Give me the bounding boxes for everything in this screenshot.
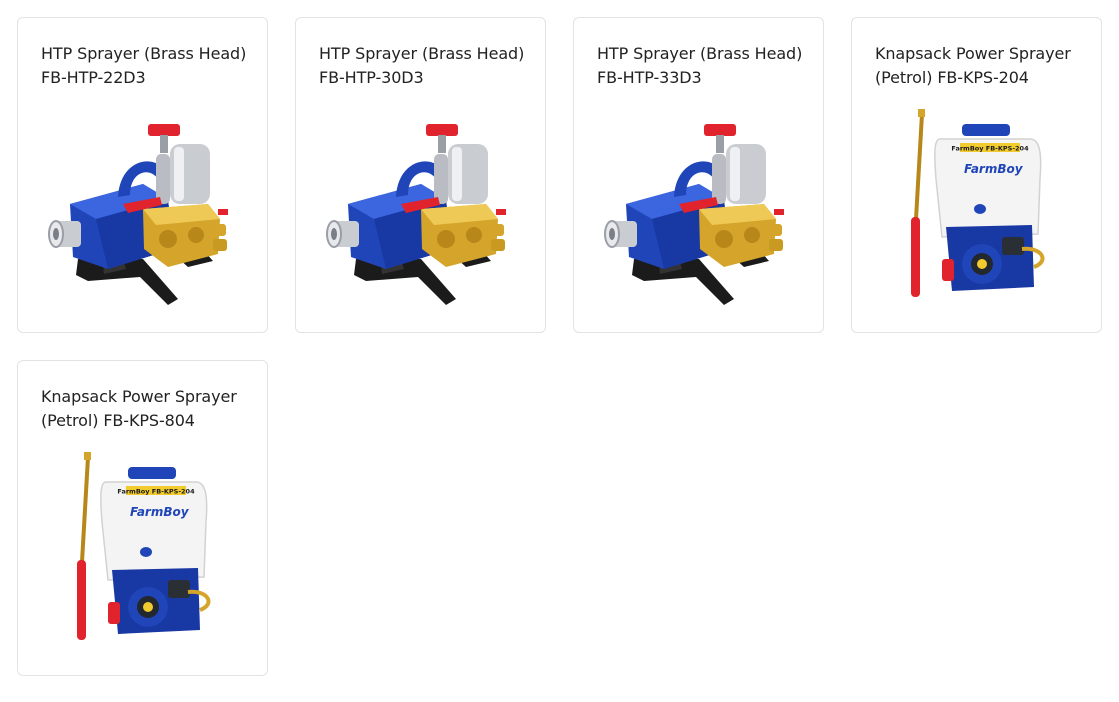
product-image[interactable]: FarmBoy FB-KPS-204 FarmBoy xyxy=(18,449,267,654)
product-title[interactable]: Knapsack Power Sprayer (Petrol) FB-KPS-8… xyxy=(41,385,253,433)
product-card[interactable]: HTP Sprayer (Brass Head) FB-HTP-30D3 xyxy=(295,17,546,333)
product-image[interactable] xyxy=(18,106,267,311)
htp-sprayer-image xyxy=(325,123,506,305)
htp-sprayer-image xyxy=(603,123,784,305)
product-title[interactable]: HTP Sprayer (Brass Head) FB-HTP-30D3 xyxy=(319,42,531,90)
product-card[interactable]: HTP Sprayer (Brass Head) FB-HTP-22D3 xyxy=(17,17,268,333)
tank-label-text: FarmBoy FB-KPS-204 xyxy=(951,144,1029,152)
product-grid: HTP Sprayer (Brass Head) FB-HTP-22D3 HTP… xyxy=(0,0,1119,702)
htp-sprayer-image xyxy=(47,123,228,305)
product-image[interactable] xyxy=(296,106,545,311)
product-title[interactable]: HTP Sprayer (Brass Head) FB-HTP-33D3 xyxy=(597,42,809,90)
brand-logo-text: FarmBoy xyxy=(130,505,190,519)
product-image[interactable] xyxy=(574,106,823,311)
knapsack-sprayer-image: FarmBoy FB-KPS-204 FarmBoy xyxy=(76,451,210,640)
product-image[interactable]: FarmBoy FB-KPS-204 FarmBoy xyxy=(852,106,1101,311)
product-title[interactable]: HTP Sprayer (Brass Head) FB-HTP-22D3 xyxy=(41,42,253,90)
product-card[interactable]: HTP Sprayer (Brass Head) FB-HTP-33D3 xyxy=(573,17,824,333)
tank-label-text: FarmBoy FB-KPS-204 xyxy=(117,487,195,495)
product-card[interactable]: Knapsack Power Sprayer (Petrol) FB-KPS-8… xyxy=(17,360,268,676)
brand-logo-text: FarmBoy xyxy=(964,162,1024,176)
knapsack-sprayer-image: FarmBoy FB-KPS-204 FarmBoy xyxy=(910,108,1044,297)
product-title[interactable]: Knapsack Power Sprayer (Petrol) FB-KPS-2… xyxy=(875,42,1087,90)
product-card[interactable]: Knapsack Power Sprayer (Petrol) FB-KPS-2… xyxy=(851,17,1102,333)
